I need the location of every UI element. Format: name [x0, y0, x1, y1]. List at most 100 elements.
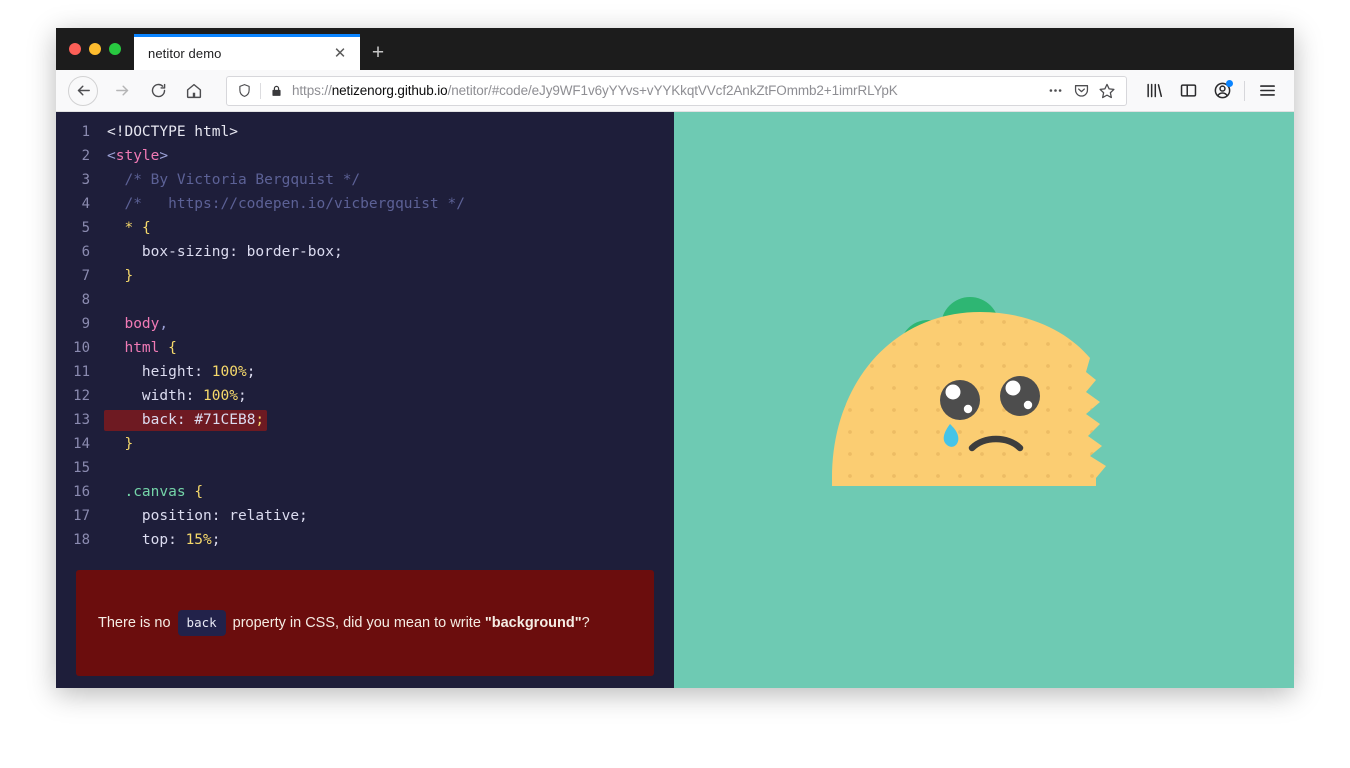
toolbar-divider [1244, 80, 1245, 101]
line-number: 4 [81, 196, 90, 212]
back-button[interactable] [68, 75, 98, 106]
page-content: 1 <!DOCTYPE html> 2 <style> 3 /* By Victoria… [56, 112, 1294, 688]
code-line-1[interactable]: 1 <!DOCTYPE html> [56, 120, 674, 144]
code-line-8[interactable]: 8 [56, 288, 674, 312]
line-number: 16 [73, 484, 90, 500]
code-token: > [159, 148, 169, 164]
code-token: { [194, 484, 204, 500]
new-tab-button[interactable]: + [360, 34, 396, 70]
code-token: ; [246, 364, 256, 380]
code-lines-container[interactable]: 1 <!DOCTYPE html> 2 <style> 3 /* By Victoria… [56, 112, 674, 552]
line-number: 12 [73, 388, 90, 404]
code-token: { [141, 220, 151, 236]
toolbar-right-actions [1137, 75, 1284, 107]
code-line-12[interactable]: 12 width: 100%; [56, 384, 674, 408]
code-line-3[interactable]: 3 /* By Victoria Bergquist */ [56, 168, 674, 192]
line-number: 7 [81, 268, 90, 284]
error-prefix: There is no [98, 614, 171, 631]
code-text[interactable]: body, [100, 312, 674, 336]
home-button[interactable] [178, 75, 210, 107]
code-token: html [124, 340, 160, 356]
reload-button[interactable] [142, 75, 174, 107]
code-token: box-sizing: border-box; [107, 244, 343, 260]
right-eye [1000, 376, 1040, 416]
code-line-9[interactable]: 9 body, [56, 312, 674, 336]
line-number: 17 [73, 508, 90, 524]
code-line-15[interactable]: 15 [56, 456, 674, 480]
tab-strip: netitor demo ✕ + [56, 28, 1294, 70]
code-text[interactable]: .canvas { [100, 480, 674, 504]
code-line-18[interactable]: 18 top: 15%; [56, 528, 674, 552]
code-token: #71CEB8 [194, 412, 256, 428]
code-line-10[interactable]: 10 html { [56, 336, 674, 360]
browser-tab-netitor-demo[interactable]: netitor demo ✕ [134, 34, 360, 70]
code-token: < [107, 148, 116, 164]
code-line-16[interactable]: 16 .canvas { [56, 480, 674, 504]
code-editor-pane[interactable]: 1 <!DOCTYPE html> 2 <style> 3 /* By Victoria… [56, 112, 674, 688]
code-line-4[interactable]: 4 /* https://codepen.io/vicbergquist */ [56, 192, 674, 216]
page-actions-ellipsis-icon[interactable] [1042, 78, 1068, 104]
code-text[interactable]: back: #71CEB8; [100, 408, 674, 432]
code-token: ; [211, 532, 221, 548]
lock-icon[interactable] [266, 84, 286, 98]
code-line-7[interactable]: 7 } [56, 264, 674, 288]
code-text[interactable]: * { [100, 216, 674, 240]
bookmark-star-icon[interactable] [1094, 78, 1120, 104]
code-token: /* By Victoria Bergquist */ [107, 172, 361, 188]
url-text[interactable]: https://netizenorg.github.io/netitor/#co… [286, 83, 1042, 98]
code-token: } [124, 268, 134, 284]
shield-icon[interactable] [233, 83, 255, 98]
code-text[interactable]: <!DOCTYPE html> [100, 120, 674, 144]
line-number: 9 [81, 316, 90, 332]
account-icon[interactable] [1205, 75, 1239, 107]
code-line-17[interactable]: 17 position: relative; [56, 504, 674, 528]
navigation-toolbar: https://netizenorg.github.io/netitor/#co… [56, 70, 1294, 112]
save-to-pocket-icon[interactable] [1068, 78, 1094, 104]
code-text[interactable]: width: 100%; [100, 384, 674, 408]
line-number: 8 [81, 292, 90, 308]
left-eye [940, 380, 980, 420]
line-number: 11 [73, 364, 90, 380]
code-token: , [159, 316, 169, 332]
code-text[interactable]: /* https://codepen.io/vicbergquist */ [100, 192, 674, 216]
code-token: body [124, 316, 160, 332]
code-text[interactable]: } [100, 432, 674, 456]
sad-taco-illustration [824, 296, 1144, 496]
code-token: top: [107, 532, 186, 548]
code-text[interactable]: box-sizing: border-box; [100, 240, 674, 264]
code-token: * [124, 220, 134, 236]
code-token: ; [255, 412, 265, 428]
close-window-button[interactable] [69, 43, 81, 55]
maximize-window-button[interactable] [109, 43, 121, 55]
code-text[interactable]: html { [100, 336, 674, 360]
library-icon[interactable] [1137, 75, 1171, 107]
code-text[interactable]: height: 100%; [100, 360, 674, 384]
code-token: position: relative; [107, 508, 308, 524]
error-property-chip: back [177, 610, 226, 636]
code-line-13[interactable]: 13 back: #71CEB8; [56, 408, 674, 432]
code-text[interactable]: top: 15%; [100, 528, 674, 552]
url-bar[interactable]: https://netizenorg.github.io/netitor/#co… [226, 75, 1127, 106]
forward-button[interactable] [106, 75, 138, 107]
live-preview-pane[interactable] [674, 112, 1294, 688]
minimize-window-button[interactable] [89, 43, 101, 55]
code-line-5[interactable]: 5 * { [56, 216, 674, 240]
code-text[interactable]: <style> [100, 144, 674, 168]
code-text[interactable]: } [100, 264, 674, 288]
sidebar-toggle-icon[interactable] [1171, 75, 1205, 107]
url-divider [260, 82, 261, 99]
close-tab-icon[interactable]: ✕ [330, 44, 350, 64]
code-line-2[interactable]: 2 <style> [56, 144, 674, 168]
code-text[interactable]: /* By Victoria Bergquist */ [100, 168, 674, 192]
code-line-14[interactable]: 14 } [56, 432, 674, 456]
code-text[interactable]: position: relative; [100, 504, 674, 528]
line-number: 6 [81, 244, 90, 260]
code-line-6[interactable]: 6 box-sizing: border-box; [56, 240, 674, 264]
hamburger-menu-icon[interactable] [1250, 75, 1284, 107]
code-line-11[interactable]: 11 height: 100%; [56, 360, 674, 384]
